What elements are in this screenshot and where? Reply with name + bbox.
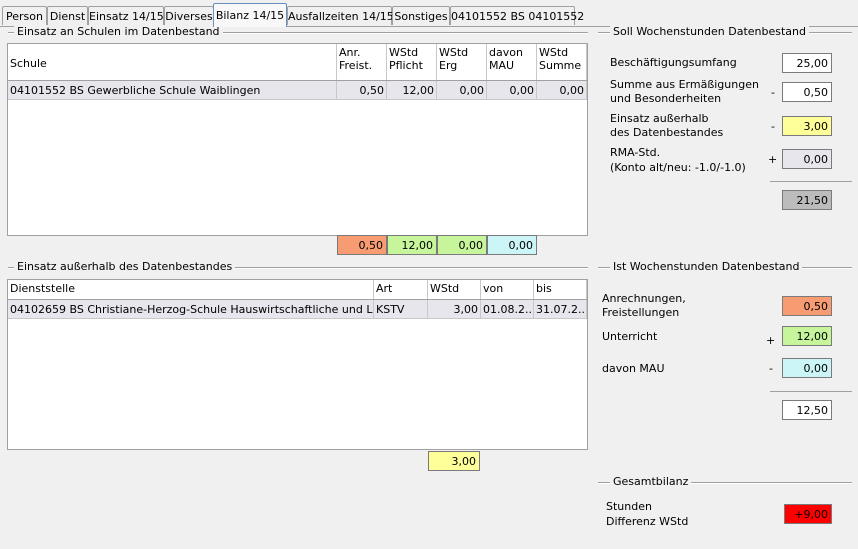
label-stunden: Stunden [606, 500, 652, 513]
table-row[interactable]: 04102659 BS Christiane-Herzog-Schule Hau… [8, 300, 587, 319]
col-header-von[interactable]: von [481, 280, 534, 299]
label-ermaessigung-1: Summe aus Ermäßigungen [610, 78, 759, 91]
tab-person[interactable]: Person [2, 6, 47, 25]
group-title-schulen: Einsatz an Schulen im Datenbestand [14, 25, 223, 38]
label-anrechnung-2: Freistellungen [602, 306, 680, 319]
ist-separator [770, 391, 852, 392]
col-header-dienststelle[interactable]: Dienststelle [8, 280, 374, 299]
label-einsatz-2: des Datenbestandes [610, 126, 724, 139]
sign-ermaessigung: - [771, 86, 775, 99]
cell-mau: 0,00 [487, 81, 537, 99]
cell-erg: 0,00 [437, 81, 487, 99]
schulen-grid[interactable]: Schule Anr. Freist. WStd Pflicht WStd Er… [7, 43, 588, 236]
cell-anr: 0,50 [337, 81, 387, 99]
value-soll-result: 21,50 [782, 190, 832, 210]
sign-rma: + [768, 153, 778, 166]
label-ermaessigung-2: und Besonderheiten [610, 92, 722, 105]
tab-einsatz[interactable]: Einsatz 14/15 [88, 6, 164, 25]
cell-pflicht: 12,00 [387, 81, 437, 99]
tab-ausfallzeiten[interactable]: Ausfallzeiten 14/15 [287, 6, 394, 25]
col-header-wstd-erg[interactable]: WStd Erg [437, 44, 487, 80]
ausserhalb-grid[interactable]: Dienststelle Art WStd von bis 04102659 B… [7, 279, 588, 450]
value-mau: 0,00 [782, 358, 832, 378]
total-ausserhalb-wstd: 3,00 [428, 451, 480, 471]
ausserhalb-grid-header: Dienststelle Art WStd von bis [8, 280, 587, 300]
value-beschaeftigung: 25,00 [782, 53, 832, 73]
label-unterricht: Unterricht [602, 330, 658, 343]
value-anrechnung: 0,50 [782, 296, 832, 316]
cell-dienststelle: 04102659 BS Christiane-Herzog-Schule Hau… [8, 300, 374, 318]
sign-mau: - [769, 362, 773, 375]
value-ermaessigung: 0,50 [782, 82, 832, 102]
col-header-davon-mau[interactable]: davon MAU [487, 44, 537, 80]
label-mau: davon MAU [602, 362, 665, 375]
label-differenz: Differenz WStd [606, 515, 689, 528]
value-einsatz: 3,00 [782, 116, 832, 136]
tab-bilanz[interactable]: Bilanz 14/15 [213, 3, 287, 27]
col-header-bis[interactable]: bis [534, 280, 587, 299]
tab-schule[interactable]: 04101552 BS 04101552 [450, 6, 584, 25]
col-header-wstd-pflicht[interactable]: WStd Pflicht [387, 44, 437, 80]
tab-sonstiges[interactable]: Sonstiges [392, 6, 450, 25]
label-rma-1: RMA-Std. [610, 146, 661, 159]
col-header-art[interactable]: Art [374, 280, 428, 299]
group-title-ist: Ist Wochenstunden Datenbestand [610, 260, 803, 273]
cell-von: 01.08.2... [481, 300, 534, 318]
label-beschaeftigung: Beschäftigungsumfang [610, 56, 737, 69]
soll-separator [770, 181, 852, 182]
tab-bar: Person Dienst Einsatz 14/15 Diverses Bil… [0, 0, 858, 27]
value-unterricht: 12,00 [782, 326, 832, 346]
cell-schule: 04101552 BS Gewerbliche Schule Waiblinge… [8, 81, 337, 99]
value-ist-result: 12,50 [782, 400, 832, 420]
col-header-wstd[interactable]: WStd [428, 280, 481, 299]
group-title-ausserhalb: Einsatz außerhalb des Datenbestandes [14, 260, 236, 273]
sign-einsatz: - [771, 120, 775, 133]
label-rma-2: (Konto alt/neu: -1.0/-1.0) [610, 161, 746, 174]
group-title-gesamt: Gesamtbilanz [610, 475, 692, 488]
value-rma: 0,00 [782, 149, 832, 169]
sign-unterricht: + [766, 334, 776, 347]
cell-wstd: 3,00 [428, 300, 481, 318]
total-anr: 0,50 [337, 235, 387, 255]
table-row[interactable]: 04101552 BS Gewerbliche Schule Waiblinge… [8, 81, 587, 100]
col-header-wstd-summe[interactable]: WStd Summe [537, 44, 587, 80]
cell-bis: 31.07.2... [534, 300, 587, 318]
schulen-grid-header: Schule Anr. Freist. WStd Pflicht WStd Er… [8, 44, 587, 81]
value-gesamt: +9,00 [784, 504, 832, 524]
label-einsatz-1: Einsatz außerhalb [610, 112, 709, 125]
cell-art: KSTV [374, 300, 428, 318]
col-header-anr[interactable]: Anr. Freist. [337, 44, 387, 80]
total-erg: 0,00 [437, 235, 487, 255]
cell-summe: 0,00 [537, 81, 587, 99]
total-mau: 0,00 [487, 235, 537, 255]
tab-diverses[interactable]: Diverses [164, 6, 214, 25]
col-header-schule[interactable]: Schule [8, 44, 337, 80]
total-pflicht: 12,00 [387, 235, 437, 255]
tab-dienst[interactable]: Dienst [47, 6, 88, 25]
group-title-soll: Soll Wochenstunden Datenbestand [610, 25, 809, 38]
label-anrechnung-1: Anrechnungen, [602, 292, 686, 305]
